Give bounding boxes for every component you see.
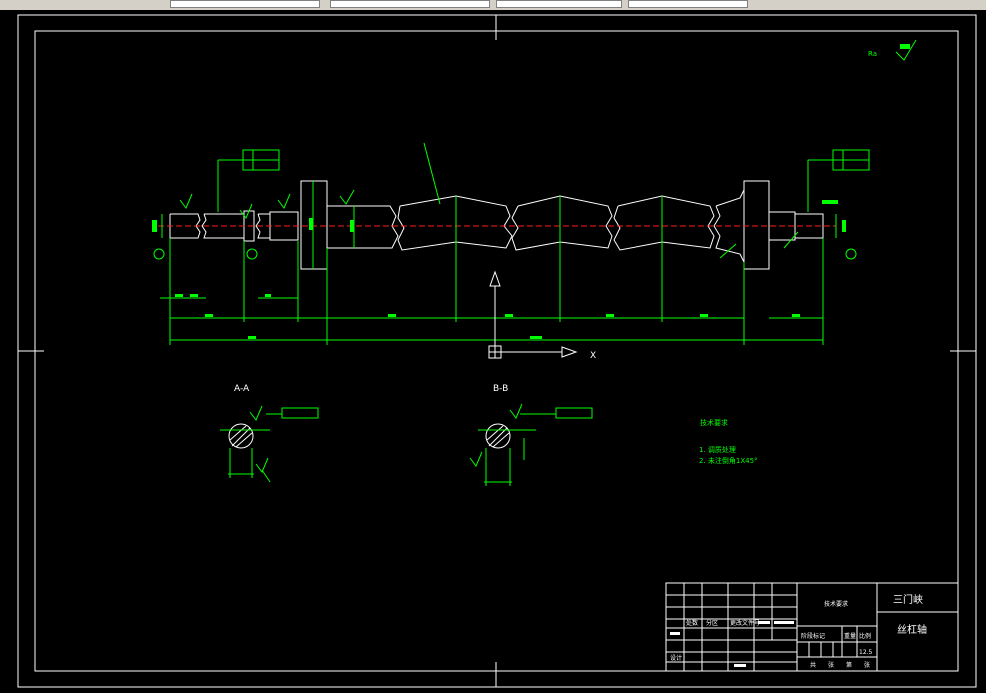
axis-label-x: X [590,351,596,361]
title-cell: 更改文件号 [730,619,760,627]
title-cell: 第 [846,661,852,669]
title-block-company: 三门峡 [893,593,923,606]
title-block-scale: 12.5 [859,649,873,656]
shaft-main-view [158,180,836,270]
drawing-canvas[interactable]: Ra X A-A B-B 技术要求 1. 调质处理 2. 未注倒角1X45° 技… [0,0,986,693]
section-b-view: B-B [469,384,593,486]
title-block-part: 丝杠轴 [897,623,927,636]
sheet-border [17,14,977,688]
title-cell: 张 [864,661,870,669]
roughness-symbol: Ra [868,39,917,61]
section-a-view: A-A [220,384,319,483]
title-cell: 处数 [686,619,698,627]
section-label-b: B-B [493,384,508,394]
svg-text:Ra: Ra [868,50,877,58]
tech-title: 技术要求 [700,418,728,427]
section-label-a: A-A [234,384,250,394]
cad-viewport[interactable]: Ra X A-A B-B 技术要求 1. 调质处理 2. 未注倒角1X45° 技… [0,0,986,693]
title-block-name: 技术要求 [824,600,848,608]
title-cell: 阶段标记 [801,632,825,640]
title-cell: 比例 [859,632,871,640]
title-cell: 张 [828,661,834,669]
tech-note-1: 1. 调质处理 [699,445,736,454]
tech-note-2: 2. 未注倒角1X45° [699,456,758,465]
title-cell: 重量 [844,632,856,640]
title-cell: 共 [810,661,816,669]
dimension-lines [152,142,870,345]
title-block: 技术要求 三门峡 丝杠轴 12.5 处数 分区 更改文件号 设计 阶段标记 重量… [665,582,959,672]
ucs-icon [488,270,578,359]
drawing-frame [34,30,959,672]
tech-requirements: 技术要求 1. 调质处理 2. 未注倒角1X45° [699,418,758,465]
title-cell: 设计 [670,654,682,662]
title-cell: 分区 [706,619,718,627]
